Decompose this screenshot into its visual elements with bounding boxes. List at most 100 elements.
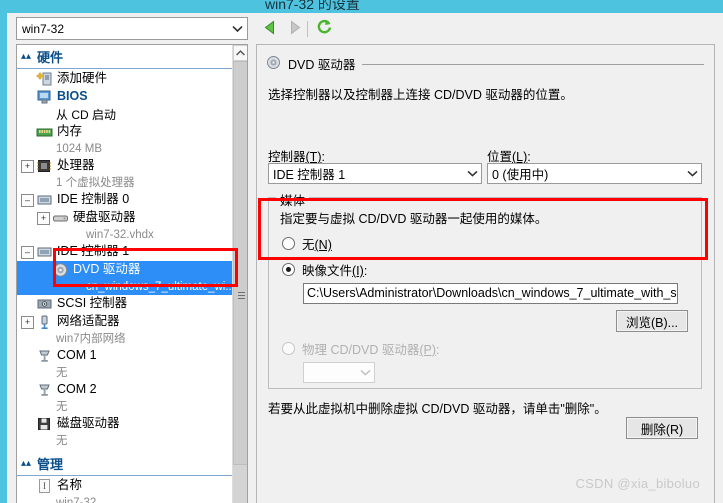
dvd-drive-icon — [52, 262, 70, 278]
back-arrow-icon — [263, 20, 278, 38]
collapse-minus-icon[interactable]: – — [21, 246, 34, 259]
hardware-tree: ▴▴ 硬件 添加硬件 BIOS 从 CD 启动 内存 1024 MB + 处理器… — [17, 45, 235, 503]
sidebar-item-label: COM 2 — [57, 382, 97, 396]
refresh-button[interactable] — [313, 19, 335, 39]
sidebar-subtext-com-2: 无 — [56, 401, 68, 413]
controller-value: IDE 控制器 1 — [273, 168, 346, 182]
sidebar-subtext-network-adapter: win7内部网络 — [56, 333, 126, 345]
cpu-icon — [36, 158, 54, 174]
controller-combobox[interactable]: IDE 控制器 1 — [268, 163, 482, 184]
sidebar-item-label: DVD 驱动器 — [73, 262, 141, 276]
memory-icon — [36, 124, 54, 140]
media-fieldset: 媒体 指定要与虚拟 CD/DVD 驱动器一起使用的媒体。 无(N) 映像文件(I… — [268, 190, 702, 389]
sidebar-item-ide-controller-0[interactable]: – IDE 控制器 0 — [17, 191, 233, 209]
collapse-chevron-icon: ▴▴ — [21, 458, 32, 469]
sidebar-item-label: SCSI 控制器 — [57, 296, 128, 310]
sidebar-subtext-hard-drive: win7-32.vhdx — [86, 229, 154, 241]
forward-arrow-icon — [287, 20, 302, 38]
sidebar-item-label: 添加硬件 — [57, 71, 108, 85]
media-description: 指定要与虚拟 CD/DVD 驱动器一起使用的媒体。 — [280, 212, 548, 226]
add-hardware-icon — [36, 71, 54, 87]
sidebar-item-network-adapter[interactable]: + 网络适配器 — [17, 313, 233, 331]
sidebar-subtext-com-1: 无 — [56, 367, 68, 379]
collapse-minus-icon[interactable]: – — [21, 194, 34, 207]
sidebar-item-label: 磁盘驱动器 — [57, 416, 120, 430]
sidebar-item-label: IDE 控制器 1 — [57, 244, 130, 258]
pane-description: 选择控制器以及控制器上连接 CD/DVD 驱动器的位置。 — [268, 88, 573, 102]
dvd-drive-icon — [266, 55, 281, 73]
sidebar-item-com-2[interactable]: COM 2 — [17, 381, 233, 399]
scroll-up-button[interactable] — [233, 45, 247, 61]
sidebar-item-add-hardware[interactable]: 添加硬件 — [17, 70, 233, 88]
tree-section-hardware-label: 硬件 — [37, 50, 64, 65]
tree-section-management[interactable]: ▴▴ 管理 — [17, 452, 233, 476]
media-none-radio[interactable]: 无(N) — [282, 234, 332, 253]
sidebar-item-label: 处理器 — [57, 158, 95, 172]
window-title: win7-32 的设置 — [265, 0, 360, 12]
expand-plus-icon[interactable]: + — [37, 212, 50, 225]
sidebar-subtext-name: win7-32 — [56, 497, 97, 503]
harddisk-icon — [52, 210, 70, 226]
media-physical-drive-label: 物理 CD/DVD 驱动器(P): — [302, 343, 440, 357]
chevron-down-icon — [684, 169, 701, 179]
expand-plus-icon[interactable]: + — [21, 160, 34, 173]
chevron-down-icon — [464, 169, 481, 179]
pane-title: DVD 驱动器 — [288, 58, 356, 72]
refresh-icon — [316, 19, 333, 39]
browse-button[interactable]: 浏览(B)... — [616, 310, 688, 332]
expand-plus-icon[interactable]: + — [21, 316, 34, 329]
chevron-down-icon — [228, 18, 247, 39]
media-image-file-radio[interactable]: 映像文件(I): — [282, 260, 367, 279]
remove-note: 若要从此虚拟机中删除虚拟 CD/DVD 驱动器，请单击"删除"。 — [268, 402, 607, 416]
scsi-controller-icon — [36, 296, 54, 312]
sidebar-item-scsi-controller[interactable]: SCSI 控制器 — [17, 295, 233, 313]
media-physical-drive-radio: 物理 CD/DVD 驱动器(P): — [282, 339, 440, 358]
com-port-icon — [36, 382, 54, 398]
sidebar-item-label: 网络适配器 — [57, 314, 120, 328]
vm-selector-combobox[interactable]: win7-32 — [16, 17, 248, 40]
settings-window: win7-32 的设置 win7-32 ▴▴ 硬件 添加硬件 BIOS 从 CD… — [0, 0, 723, 503]
svg-text:I: I — [43, 481, 46, 491]
image-file-path-input[interactable]: C:\Users\Administrator\Downloads\cn_wind… — [303, 283, 678, 304]
sidebar-item-label: IDE 控制器 0 — [57, 192, 130, 206]
media-image-file-label: 映像文件(I): — [302, 264, 368, 278]
location-combobox[interactable]: 0 (使用中) — [487, 163, 702, 184]
back-button[interactable] — [259, 19, 281, 39]
hardware-tree-panel[interactable]: ▴▴ 硬件 添加硬件 BIOS 从 CD 启动 内存 1024 MB + 处理器… — [16, 44, 248, 503]
sidebar-item-label: 名称 — [57, 478, 83, 492]
sidebar-item-memory[interactable]: 内存 — [17, 123, 233, 141]
location-value: 0 (使用中) — [492, 168, 549, 182]
dvd-drive-settings-pane: DVD 驱动器 选择控制器以及控制器上连接 CD/DVD 驱动器的位置。 控制器… — [256, 44, 715, 503]
sidebar-item-dvd-drive[interactable]: DVD 驱动器 cn_windows_7_ultimate_wi... — [17, 261, 235, 295]
sidebar-item-com-1[interactable]: COM 1 — [17, 347, 233, 365]
tree-section-hardware[interactable]: ▴▴ 硬件 — [17, 45, 233, 69]
com-port-icon — [36, 348, 54, 364]
scrollbar-grip-icon — [238, 292, 245, 301]
sidebar-subtext-dvd-drive: cn_windows_7_ultimate_wi... — [86, 281, 235, 293]
sidebar-subtext-bios: 从 CD 启动 — [56, 108, 117, 122]
sidebar-item-label: COM 1 — [57, 348, 97, 362]
radio-indicator-icon — [282, 237, 295, 250]
ide-controller-icon — [36, 192, 54, 208]
vm-selector-value: win7-32 — [22, 21, 65, 36]
tree-scrollbar[interactable] — [232, 45, 247, 503]
forward-button — [283, 19, 305, 39]
sidebar-item-hard-drive[interactable]: + 硬盘驱动器 — [17, 209, 233, 227]
radio-indicator-icon — [282, 263, 295, 276]
sidebar-item-label: BIOS — [57, 89, 88, 103]
remove-button[interactable]: 删除(R) — [626, 417, 698, 439]
window-left-edge — [0, 13, 7, 503]
bios-icon — [36, 89, 54, 105]
sidebar-item-floppy-drive[interactable]: 磁盘驱动器 — [17, 415, 233, 433]
watermark: CSDN @xia_biboluo — [575, 476, 700, 491]
floppy-drive-icon — [36, 416, 54, 432]
sidebar-item-bios[interactable]: BIOS — [17, 88, 233, 106]
physical-drive-combobox — [303, 362, 375, 383]
sidebar-item-processor[interactable]: + 处理器 — [17, 157, 233, 175]
sidebar-item-ide-controller-1[interactable]: – IDE 控制器 1 — [17, 243, 233, 261]
sidebar-item-name[interactable]: I 名称 — [17, 477, 233, 495]
media-legend: 媒体 — [276, 190, 310, 209]
sidebar-subtext-processor: 1 个虚拟处理器 — [56, 177, 135, 189]
scrollbar-thumb[interactable] — [233, 61, 247, 465]
toolbar-separator — [307, 21, 308, 37]
